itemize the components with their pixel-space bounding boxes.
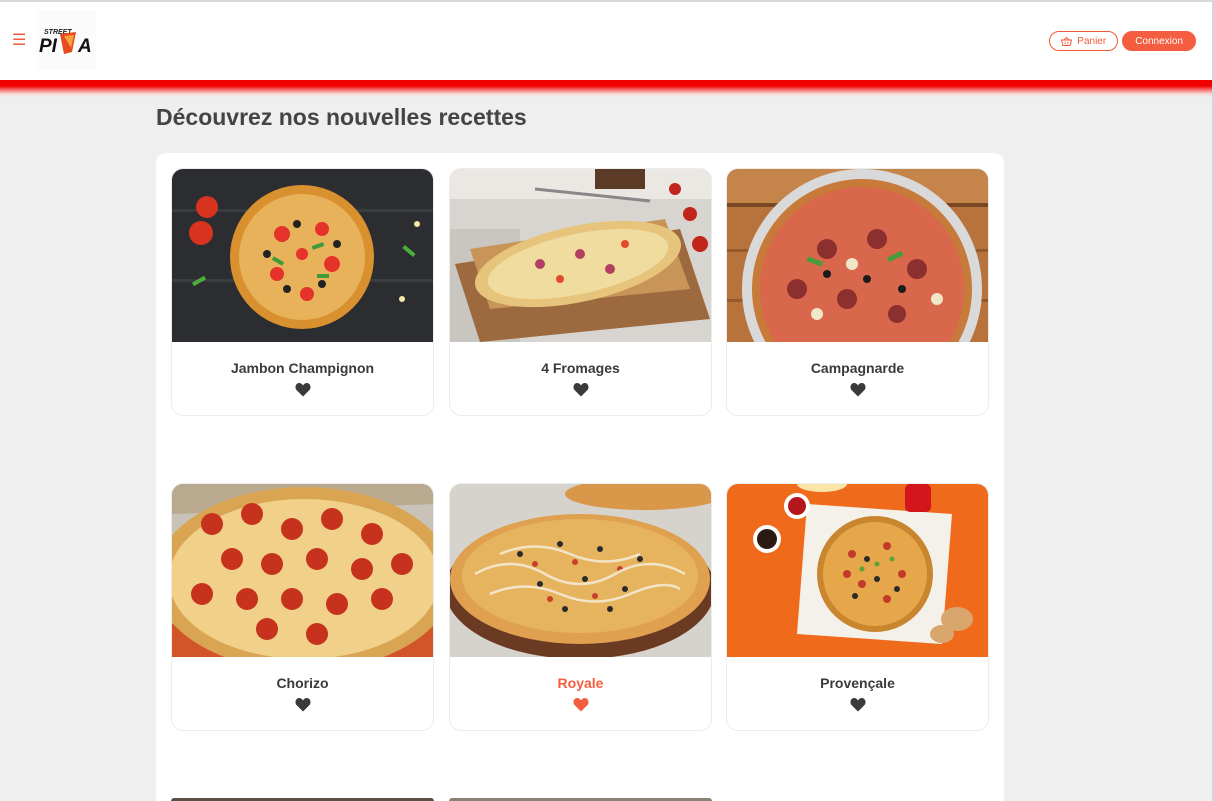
heart-icon[interactable]: [850, 382, 866, 397]
recipe-card-jambon-champignon[interactable]: Jambon Champignon: [171, 168, 434, 416]
page-title: Découvrez nos nouvelles recettes: [156, 104, 527, 130]
heart-icon[interactable]: [573, 382, 589, 397]
login-button-label: Connexion: [1135, 35, 1183, 47]
basket-icon: [1061, 36, 1073, 46]
recipe-image: [450, 169, 711, 342]
recipe-image: [450, 484, 711, 657]
site-header: ☰ STREET PI A Panier Connexion: [0, 2, 1212, 80]
recipe-name: Jambon Champignon: [230, 360, 375, 376]
login-button[interactable]: Connexion: [1122, 31, 1196, 51]
recipe-card-provencale[interactable]: Provençale: [726, 483, 989, 731]
recipe-card-royale[interactable]: Royale: [449, 483, 712, 731]
cart-button[interactable]: Panier: [1049, 31, 1119, 51]
hamburger-menu-icon[interactable]: ☰: [12, 33, 26, 49]
svg-text:A: A: [77, 36, 92, 57]
svg-text:PI: PI: [39, 36, 58, 57]
heart-icon[interactable]: [295, 382, 311, 397]
recipe-image: [727, 484, 988, 657]
recipe-image: [172, 484, 433, 657]
recipe-image: [727, 169, 988, 342]
recipe-name: Chorizo: [276, 675, 329, 691]
heart-icon[interactable]: [295, 697, 311, 712]
heart-icon[interactable]: [850, 697, 866, 712]
recipe-name: Royale: [557, 675, 604, 691]
recipe-name: Campagnarde: [810, 360, 905, 376]
header-accent-bar: [0, 80, 1212, 97]
recipe-name: 4 Fromages: [541, 360, 620, 376]
cart-button-label: Panier: [1077, 35, 1107, 47]
recipe-name: Provençale: [820, 675, 895, 691]
recipe-card-campagnarde[interactable]: Campagnarde: [726, 168, 989, 416]
recipe-card-chorizo[interactable]: Chorizo: [171, 483, 434, 731]
recipe-card-4-fromages[interactable]: 4 Fromages: [449, 168, 712, 416]
heart-icon[interactable]: [573, 697, 589, 712]
recipe-image: [172, 169, 433, 342]
street-pizza-logo[interactable]: STREET PI A: [36, 10, 96, 70]
recipes-panel: Jambon Champignon 4 Fromages Campagnarde…: [156, 153, 1004, 801]
